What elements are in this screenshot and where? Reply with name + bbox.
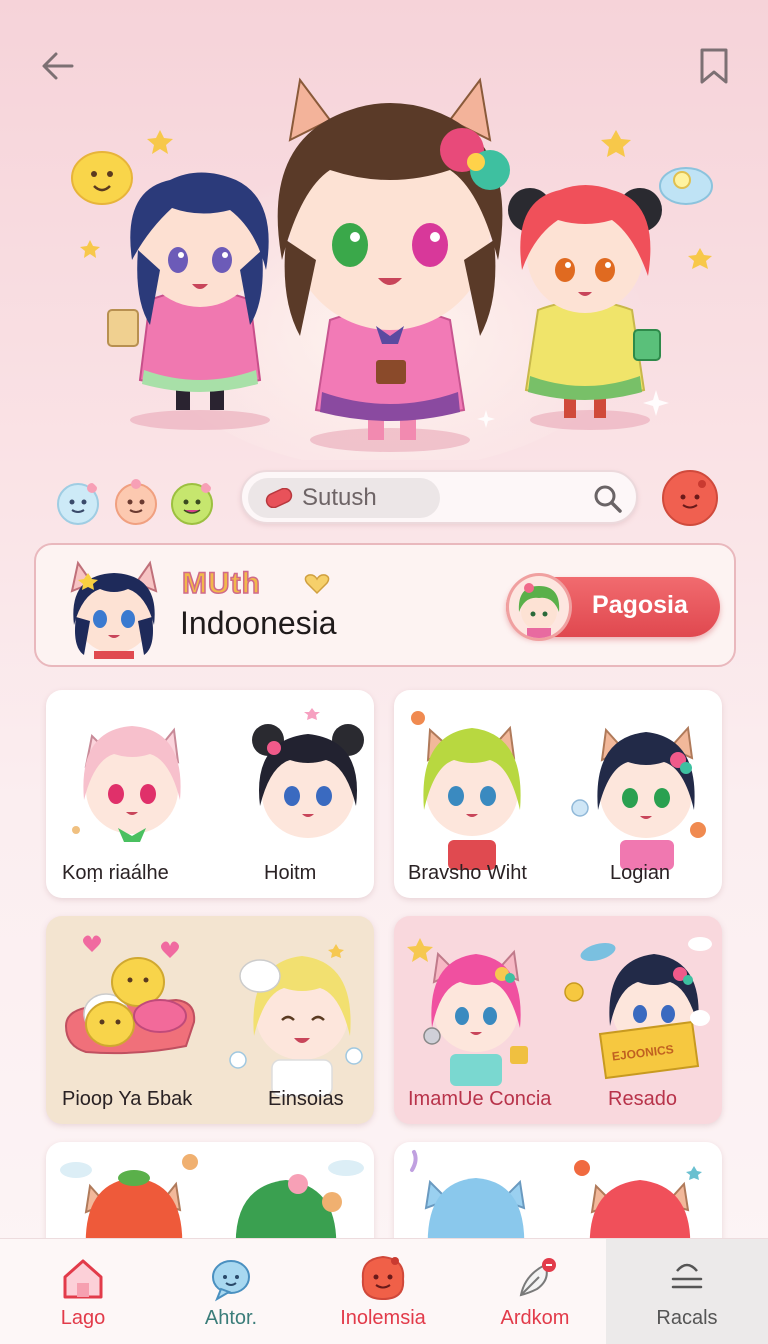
nav-label: Ahtor.	[204, 1307, 258, 1329]
hero-illustration	[60, 40, 720, 470]
red-blob-profile-icon[interactable]	[662, 470, 718, 526]
promo-avatar	[70, 560, 158, 659]
card-right-label: Einsoias	[268, 1088, 344, 1110]
search-input[interactable]: Sutush	[248, 478, 440, 518]
nav-item-menu[interactable]: Racals	[606, 1239, 768, 1344]
nav-label: Inolemsia	[340, 1307, 426, 1329]
nav-label: Racals	[656, 1307, 718, 1329]
card-left-label: ImamUe Concia	[408, 1088, 552, 1110]
pill-icon	[265, 488, 293, 508]
peach-face-sticker-icon[interactable]	[112, 478, 160, 526]
card-right-label: Hoitm	[264, 862, 317, 884]
character-card[interactable]: EJOONICS ImamUe Concia Resado	[394, 916, 722, 1124]
feather-icon	[519, 1258, 556, 1297]
promo-tag: MUth	[181, 566, 261, 601]
menu-lines-icon	[671, 1263, 703, 1289]
card-left-label: Bravsho Wiht	[408, 862, 527, 884]
promo-action-button[interactable]: Pagosia	[506, 573, 720, 641]
nav-label: Lago	[60, 1307, 106, 1329]
character-card[interactable]: Pioop Ya Бbak Einsoias	[46, 916, 374, 1124]
heart-icon	[304, 574, 330, 595]
card-left-label: Koṃ riaálhe	[62, 862, 169, 884]
bottom-navigation: Lago Ahtor. Inolemsia Ardkom Racals	[0, 1238, 768, 1344]
character-card[interactable]: Koṃ riaálhe Hoitm	[46, 690, 374, 898]
chat-bubble-icon	[212, 1260, 250, 1302]
nav-item-center[interactable]: Inolemsia	[308, 1239, 458, 1344]
promo-button-label: Pagosia	[592, 591, 688, 619]
card-right-label: Resado	[608, 1088, 677, 1110]
search-row: Sutush	[0, 470, 768, 530]
card-right-label: Logian	[610, 862, 671, 884]
green-frog-sticker-icon[interactable]	[168, 478, 216, 526]
promo-card[interactable]: MUth Indoonesia Pagosia	[34, 543, 736, 667]
promo-title: Indoonesia	[180, 605, 337, 641]
button-avatar	[506, 573, 572, 641]
search-text: Sutush	[302, 484, 377, 511]
home-icon	[63, 1259, 103, 1299]
nav-item-chat[interactable]: Ahtor.	[156, 1239, 306, 1344]
card-left-label: Pioop Ya Бbak	[62, 1088, 193, 1110]
nav-label: Ardkom	[500, 1307, 570, 1329]
blue-bunny-sticker-icon[interactable]	[54, 478, 102, 526]
nav-item-home[interactable]: Lago	[8, 1239, 158, 1344]
blob-face-icon	[361, 1255, 405, 1301]
search-bar[interactable]: Sutush	[240, 470, 638, 524]
search-icon[interactable]	[592, 483, 624, 515]
nav-item-feather[interactable]: Ardkom	[460, 1239, 610, 1344]
character-card[interactable]: Bravsho Wiht Logian	[394, 690, 722, 898]
